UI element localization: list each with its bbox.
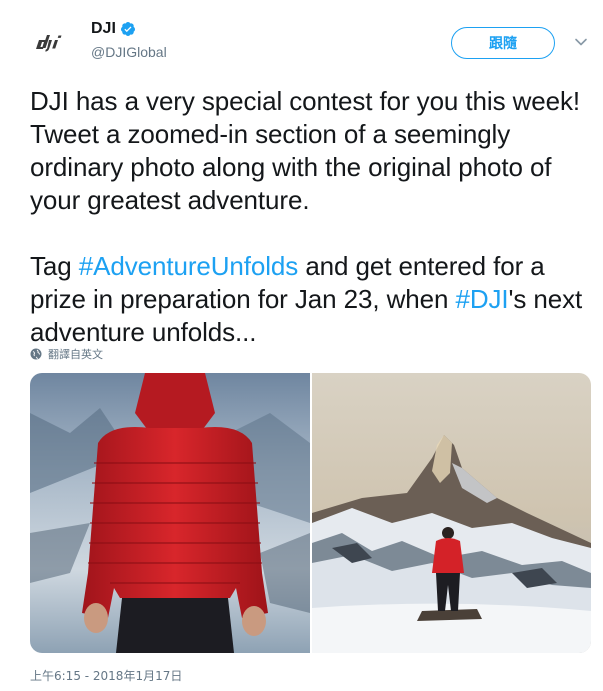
tweet-text: DJI has a very special contest for you t… [30, 85, 590, 349]
author-name[interactable]: DJI [91, 20, 116, 38]
author-handle[interactable]: @DJIGlobal [91, 44, 167, 60]
tweet-timestamp[interactable]: 上午6:15 - 2018年1月17日 [30, 667, 182, 684]
translate-label: 翻譯自英文 [48, 348, 103, 361]
media-grid [30, 373, 591, 653]
tweet-paragraph-1: DJI has a very special contest for you t… [30, 86, 581, 215]
tweet-header: DJI @DJIGlobal 跟隨 [0, 0, 603, 80]
tweet-paragraph-2: Tag #AdventureUnfolds and get entered fo… [30, 250, 590, 349]
photo-zoomed-jacket[interactable] [30, 373, 310, 653]
photo-mountain-scene[interactable] [312, 373, 591, 653]
mountain-scene-image [312, 373, 591, 653]
translate-link[interactable]: 翻譯自英文 [30, 346, 103, 362]
follow-button[interactable]: 跟隨 [451, 27, 555, 59]
hashtag-dji-link[interactable]: #DJI [455, 284, 508, 314]
zoomed-jacket-image [30, 373, 310, 653]
chevron-down-icon[interactable] [574, 35, 588, 49]
avatar[interactable] [28, 18, 78, 68]
hashtag-adventureunfolds-link[interactable]: #AdventureUnfolds [79, 251, 299, 281]
dji-logo-icon [36, 35, 62, 52]
globe-icon [30, 348, 42, 360]
author-name-row: DJI [91, 20, 136, 38]
verified-badge-icon [120, 22, 135, 36]
tweet-text-segment: Tag [30, 251, 79, 281]
